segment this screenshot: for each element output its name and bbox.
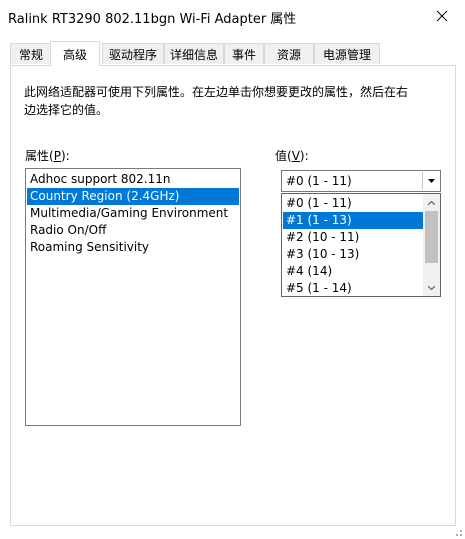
dropdown-option[interactable]: #2 (10 - 11) bbox=[283, 229, 424, 246]
dropdown-option[interactable]: #0 (1 - 11) bbox=[283, 195, 424, 212]
combobox-dropdown-button[interactable] bbox=[422, 172, 439, 190]
tab-label: 资源 bbox=[276, 47, 301, 62]
tab-driver[interactable]: 驱动程序 bbox=[102, 43, 164, 64]
list-item[interactable]: Country Region (2.4GHz) bbox=[27, 188, 239, 205]
tab-label: 驱动程序 bbox=[108, 47, 157, 62]
tab-advanced[interactable]: 高级 bbox=[50, 41, 100, 66]
chevron-down-icon bbox=[427, 179, 435, 183]
scrollbar-thumb[interactable] bbox=[425, 211, 438, 263]
chevron-down-icon bbox=[428, 285, 435, 290]
property-label: 属性(P): bbox=[25, 149, 70, 163]
window-title: Ralink RT3290 802.11bgn Wi-Fi Adapter 属性 bbox=[8, 12, 297, 27]
value-combobox[interactable]: #0 (1 - 11) bbox=[281, 170, 441, 192]
resize-grip-icon[interactable] bbox=[451, 525, 463, 537]
dropdown-option[interactable]: #5 (1 - 14) bbox=[283, 280, 424, 297]
value-label: 值(V): bbox=[275, 149, 309, 163]
tab-label: 电源管理 bbox=[322, 47, 371, 62]
advanced-panel: 此网络适配器可使用下列属性。在左边单击你想要更改的属性，然后在右边选择它的值。 … bbox=[10, 65, 456, 526]
list-item[interactable]: Multimedia/Gaming Environment bbox=[27, 205, 239, 222]
scroll-down-button[interactable] bbox=[423, 279, 440, 296]
dropdown-option[interactable]: #4 (14) bbox=[283, 263, 424, 280]
tab-label: 详细信息 bbox=[169, 47, 218, 62]
tab-label: 事件 bbox=[231, 47, 256, 62]
chevron-up-icon bbox=[428, 200, 435, 205]
property-list[interactable]: Adhoc support 802.11n Country Region (2.… bbox=[25, 168, 241, 426]
scroll-up-button[interactable] bbox=[423, 194, 440, 211]
tab-label: 常规 bbox=[18, 47, 43, 62]
tab-label: 高级 bbox=[62, 47, 87, 62]
tab-events[interactable]: 事件 bbox=[224, 43, 264, 64]
combobox-value: #0 (1 - 11) bbox=[286, 174, 352, 188]
tab-resources[interactable]: 资源 bbox=[264, 43, 314, 64]
dropdown-option[interactable]: #3 (10 - 13) bbox=[283, 246, 424, 263]
close-button[interactable] bbox=[419, 0, 465, 31]
list-item[interactable]: Adhoc support 802.11n bbox=[27, 171, 239, 188]
dropdown-scrollbar[interactable] bbox=[423, 194, 440, 296]
description-text: 此网络适配器可使用下列属性。在左边单击你想要更改的属性，然后在右边选择它的值。 bbox=[24, 85, 409, 117]
tab-details[interactable]: 详细信息 bbox=[164, 43, 224, 64]
tab-power-management[interactable]: 电源管理 bbox=[314, 43, 380, 64]
dropdown-option[interactable]: #1 (1 - 13) bbox=[283, 212, 424, 229]
list-item[interactable]: Roaming Sensitivity bbox=[27, 239, 239, 256]
value-dropdown-list[interactable]: #0 (1 - 11) #1 (1 - 13) #2 (10 - 11) #3 … bbox=[281, 193, 441, 297]
title-bar: Ralink RT3290 802.11bgn Wi-Fi Adapter 属性 bbox=[0, 0, 465, 31]
list-item[interactable]: Radio On/Off bbox=[27, 222, 239, 239]
close-icon bbox=[436, 10, 448, 21]
tab-general[interactable]: 常规 bbox=[10, 43, 52, 64]
